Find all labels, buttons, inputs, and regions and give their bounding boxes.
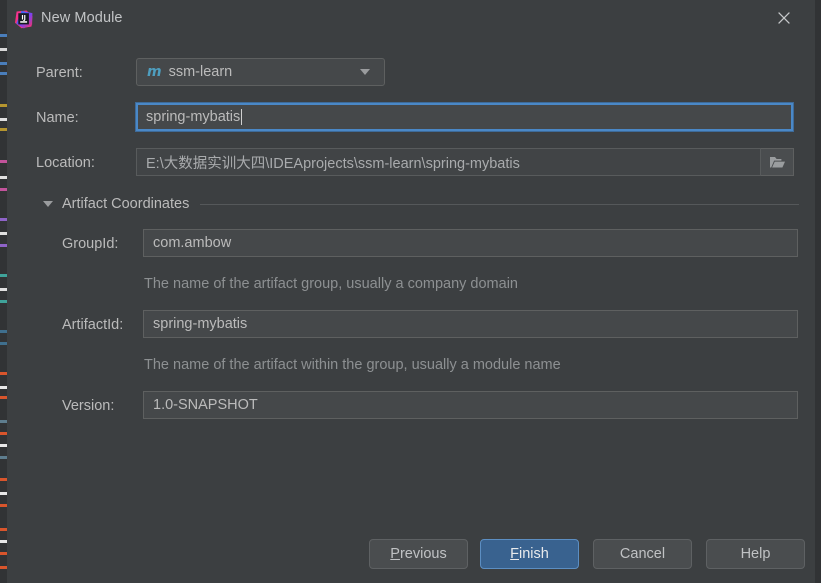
error-stripe-mark[interactable] (0, 420, 7, 423)
error-stripe-mark[interactable] (0, 244, 7, 247)
error-stripe-mark[interactable] (0, 34, 7, 37)
version-label: Version: (62, 398, 115, 414)
error-stripe-mark[interactable] (0, 432, 7, 435)
error-stripe-mark[interactable] (0, 188, 7, 191)
location-label: Location: (36, 155, 95, 171)
previous-button-label-rest: revious (399, 546, 447, 562)
parent-value: ssm-learn (168, 64, 233, 80)
error-stripe-mark[interactable] (0, 104, 7, 107)
version-input[interactable]: 1.0-SNAPSHOT (143, 391, 798, 419)
previous-button[interactable]: Previous (369, 539, 468, 569)
error-stripe-mark[interactable] (0, 444, 7, 447)
cancel-button-label: Cancel (619, 546, 666, 562)
error-stripe-mark[interactable] (0, 176, 7, 179)
error-stripe-mark[interactable] (0, 218, 7, 221)
finish-button[interactable]: Finish (480, 539, 579, 569)
help-button[interactable]: Help (706, 539, 805, 569)
version-value: 1.0-SNAPSHOT (153, 397, 258, 413)
location-input-value: E:\大数据实训大四\IDEAprojects\ssm-learn\spring… (146, 155, 520, 172)
artifact-id-label: ArtifactId: (62, 317, 124, 333)
error-stripe-mark[interactable] (0, 160, 7, 163)
error-stripe-mark[interactable] (0, 372, 7, 375)
name-input-value: spring-mybatis (146, 109, 241, 125)
error-stripe-mark[interactable] (0, 528, 7, 531)
error-stripe-mark[interactable] (0, 540, 7, 543)
window-right-edge (815, 0, 821, 583)
artifact-coordinates-title: Artifact Coordinates (62, 196, 190, 212)
folder-open-icon[interactable] (761, 148, 794, 176)
parent-label: Parent: (36, 65, 83, 81)
name-input[interactable]: spring-mybatis (135, 102, 794, 132)
error-stripe-mark[interactable] (0, 396, 7, 399)
intellij-idea-icon: IJ (14, 10, 33, 29)
error-stripe-mark[interactable] (0, 492, 7, 495)
group-id-label: GroupId: (62, 236, 119, 252)
error-stripe-mark[interactable] (0, 48, 7, 51)
new-module-dialog: IJ New Module Parent: m ssm-learn Name: … (7, 0, 815, 583)
error-stripe-mark[interactable] (0, 288, 7, 291)
error-stripe-mark[interactable] (0, 128, 7, 131)
artifact-coordinates-section-header[interactable]: Artifact Coordinates (43, 194, 799, 214)
parent-combobox[interactable]: m ssm-learn (136, 58, 385, 86)
error-stripe-mark[interactable] (0, 552, 7, 555)
help-button-label: Help (740, 546, 771, 562)
name-label: Name: (36, 110, 79, 126)
error-stripe-mark[interactable] (0, 566, 7, 569)
error-stripe-mark[interactable] (0, 504, 7, 507)
error-stripe-mark[interactable] (0, 72, 7, 75)
chevron-down-icon (43, 201, 53, 207)
error-stripe-mark[interactable] (0, 386, 7, 389)
artifact-id-value: spring-mybatis (153, 316, 248, 332)
artifact-id-input[interactable]: spring-mybatis (143, 310, 798, 338)
close-icon[interactable] (762, 0, 806, 36)
group-id-value: com.ambow (153, 235, 232, 251)
dialog-title: New Module (41, 10, 123, 26)
error-stripe-mark[interactable] (0, 300, 7, 303)
error-stripe-mark[interactable] (0, 62, 7, 65)
text-caret (241, 109, 243, 125)
error-stripe-mark[interactable] (0, 342, 7, 345)
editor-error-stripe[interactable] (0, 0, 7, 583)
error-stripe-mark[interactable] (0, 330, 7, 333)
finish-button-label-rest: inish (519, 546, 549, 562)
artifact-id-hint: The name of the artifact within the grou… (144, 357, 561, 373)
error-stripe-mark[interactable] (0, 232, 7, 235)
error-stripe-mark[interactable] (0, 118, 7, 121)
svg-text:IJ: IJ (21, 14, 26, 21)
section-divider (200, 203, 799, 205)
group-id-input[interactable]: com.ambow (143, 229, 798, 257)
error-stripe-mark[interactable] (0, 274, 7, 277)
group-id-hint: The name of the artifact group, usually … (144, 276, 518, 292)
error-stripe-mark[interactable] (0, 478, 7, 481)
location-input[interactable]: E:\大数据实训大四\IDEAprojects\ssm-learn\spring… (136, 148, 761, 176)
error-stripe-mark[interactable] (0, 456, 7, 459)
chevron-down-icon (360, 69, 370, 75)
maven-module-icon: m (147, 64, 162, 80)
dialog-title-bar: IJ New Module (7, 0, 815, 40)
cancel-button[interactable]: Cancel (593, 539, 692, 569)
